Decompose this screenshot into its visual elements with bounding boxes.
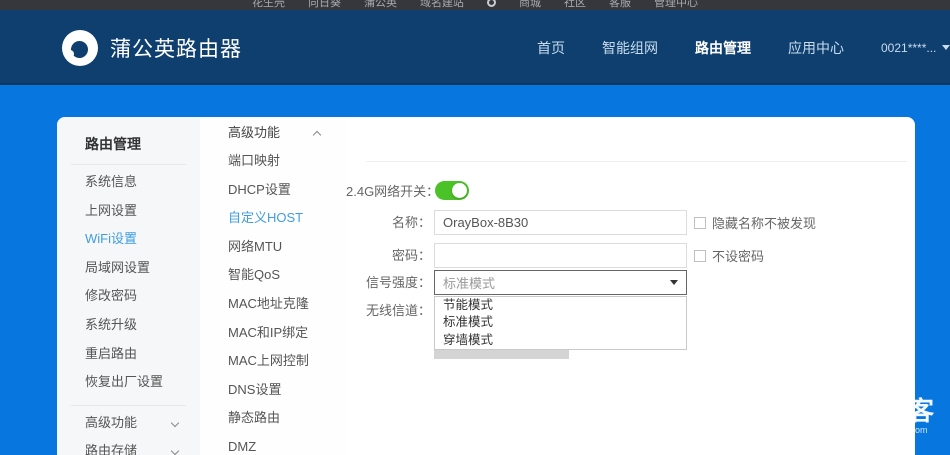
watermark-character: 客 bbox=[908, 396, 935, 426]
sidebar-item-system-info[interactable]: 系统信息 bbox=[57, 168, 200, 197]
sidebar-item-lan-settings[interactable]: 局域网设置 bbox=[57, 254, 200, 283]
chevron-up-icon bbox=[312, 130, 322, 140]
account-id: 0021****... bbox=[881, 40, 937, 55]
router-management-card: 路由管理 系统信息 上网设置 WiFi设置 局域网设置 修改密码 系统升级 重启… bbox=[57, 117, 915, 455]
header-nav: 首页 智能组网 路由管理 应用中心 0021****... bbox=[537, 10, 950, 85]
dropdown-option-standard[interactable]: 标准模式 bbox=[435, 314, 686, 331]
select-arrow-icon bbox=[670, 280, 678, 285]
sidebar-item-reboot-router[interactable]: 重启路由 bbox=[57, 340, 200, 369]
nav-home[interactable]: 首页 bbox=[537, 38, 565, 58]
password-label: 密码： bbox=[391, 248, 431, 263]
router-admin-page: 花生壳 向日葵 蒲公英 域名建站 商城 社区 客服 管理中心 蒲公英路由器 首页… bbox=[0, 0, 950, 455]
site-watermark: 客 .com bbox=[908, 398, 934, 435]
submenu-item-dns-settings[interactable]: DNS设置 bbox=[200, 376, 346, 405]
wifi-settings-content: 2.4G网络开关： 名称： 隐藏名称不被发现 密码： 不设密码 信号强度： 标准… bbox=[346, 117, 915, 455]
topbar-link-admin-center[interactable]: 管理中心 bbox=[654, 0, 698, 10]
wireless-channel-label: 无线信道： bbox=[365, 303, 431, 318]
sidebar-item-factory-reset[interactable]: 恢复出厂设置 bbox=[57, 368, 200, 397]
sidebar-item-internet-settings[interactable]: 上网设置 bbox=[57, 197, 200, 226]
wifi-24g-toggle[interactable] bbox=[435, 181, 469, 200]
topbar-link-domain-site[interactable]: 域名建站 bbox=[420, 0, 464, 10]
nav-smart-networking[interactable]: 智能组网 bbox=[602, 38, 658, 58]
no-password-checkbox-label: 不设密码 bbox=[712, 249, 765, 264]
sidebar-divider bbox=[71, 164, 186, 165]
ssid-label: 名称： bbox=[391, 215, 431, 230]
signal-strength-label: 信号强度： bbox=[365, 275, 431, 290]
oray-logo-icon bbox=[487, 0, 496, 7]
submenu-item-custom-host[interactable]: 自定义HOST bbox=[200, 204, 346, 233]
main-header: 蒲公英路由器 首页 智能组网 路由管理 应用中心 0021****... bbox=[0, 10, 950, 85]
chevron-down-icon bbox=[170, 447, 180, 455]
submenu-item-smart-qos[interactable]: 智能QoS bbox=[200, 261, 346, 290]
sidebar-item-wifi-settings[interactable]: WiFi设置 bbox=[57, 225, 200, 254]
content-divider bbox=[366, 161, 907, 162]
sidebar-group-router-storage[interactable]: 路由存储 bbox=[57, 437, 200, 455]
dropdown-option-wall-penetrating[interactable]: 穿墙模式 bbox=[435, 332, 686, 349]
sidebar-item-system-upgrade[interactable]: 系统升级 bbox=[57, 311, 200, 340]
toggle-knob bbox=[452, 183, 467, 198]
sidebar-group-label: 高级功能 bbox=[85, 414, 138, 430]
submenu-item-mac-clone[interactable]: MAC地址克隆 bbox=[200, 290, 346, 319]
submenu-item-mac-access-control[interactable]: MAC上网控制 bbox=[200, 347, 346, 376]
dropdown-option-power-saving[interactable]: 节能模式 bbox=[435, 297, 686, 314]
submenu-group-advanced-functions[interactable]: 高级功能 bbox=[200, 119, 346, 147]
signal-strength-select[interactable]: 标准模式 bbox=[434, 270, 687, 295]
sidebar-group-label: 路由存储 bbox=[85, 443, 138, 455]
signal-strength-selected-value: 标准模式 bbox=[443, 276, 496, 291]
top-utility-bar: 花生壳 向日葵 蒲公英 域名建站 商城 社区 客服 管理中心 bbox=[0, 0, 950, 10]
sidebar-divider bbox=[71, 404, 186, 406]
submenu: 高级功能 端口映射 DHCP设置 自定义HOST 网络MTU 智能QoS MAC… bbox=[200, 117, 346, 455]
submenu-item-dmz[interactable]: DMZ bbox=[200, 433, 346, 455]
ssid-input[interactable] bbox=[434, 210, 687, 235]
submenu-item-static-route[interactable]: 静态路由 bbox=[200, 404, 346, 433]
nav-app-center[interactable]: 应用中心 bbox=[788, 38, 844, 58]
hide-ssid-checkbox-label: 隐藏名称不被发现 bbox=[712, 216, 817, 231]
account-menu[interactable]: 0021****... bbox=[881, 41, 950, 55]
wifi-switch-label: 2.4G网络开关： bbox=[346, 184, 440, 199]
sidebar: 路由管理 系统信息 上网设置 WiFi设置 局域网设置 修改密码 系统升级 重启… bbox=[57, 117, 200, 455]
watermark-suffix: .com bbox=[908, 425, 928, 435]
chevron-down-icon bbox=[942, 45, 950, 50]
topbar-link-community[interactable]: 社区 bbox=[564, 0, 586, 10]
no-password-checkbox-row[interactable]: 不设密码 bbox=[694, 243, 764, 268]
chevron-down-icon bbox=[170, 418, 180, 427]
submenu-group-label: 高级功能 bbox=[228, 125, 281, 140]
sidebar-group-advanced-functions[interactable]: 高级功能 bbox=[57, 409, 200, 438]
topbar-link-peanut-shell[interactable]: 花生壳 bbox=[252, 0, 285, 10]
sidebar-item-change-password[interactable]: 修改密码 bbox=[57, 282, 200, 311]
hide-ssid-checkbox-row[interactable]: 隐藏名称不被发现 bbox=[694, 210, 816, 235]
submenu-item-network-mtu[interactable]: 网络MTU bbox=[200, 233, 346, 262]
topbar-link-support[interactable]: 客服 bbox=[609, 0, 631, 10]
submenu-item-mac-ip-binding[interactable]: MAC和IP绑定 bbox=[200, 319, 346, 348]
topbar-link-mall[interactable]: 商城 bbox=[519, 0, 541, 10]
submenu-item-port-mapping[interactable]: 端口映射 bbox=[200, 147, 346, 176]
nav-router-management[interactable]: 路由管理 bbox=[695, 38, 751, 58]
brand: 蒲公英路由器 bbox=[62, 10, 242, 85]
app-title: 蒲公英路由器 bbox=[110, 37, 242, 61]
sidebar-title: 路由管理 bbox=[85, 136, 141, 152]
password-input[interactable] bbox=[434, 243, 687, 268]
dandelion-router-logo-icon bbox=[62, 29, 98, 66]
checkbox-icon[interactable] bbox=[694, 216, 706, 229]
top-utility-links: 花生壳 向日葵 蒲公英 域名建站 商城 社区 客服 管理中心 bbox=[0, 0, 950, 10]
topbar-link-sunflower[interactable]: 向日葵 bbox=[308, 0, 341, 10]
submenu-item-dhcp-settings[interactable]: DHCP设置 bbox=[200, 176, 346, 205]
topbar-link-dandelion[interactable]: 蒲公英 bbox=[364, 0, 397, 10]
signal-strength-dropdown: 节能模式 标准模式 穿墙模式 bbox=[434, 296, 687, 350]
checkbox-icon[interactable] bbox=[694, 249, 706, 262]
